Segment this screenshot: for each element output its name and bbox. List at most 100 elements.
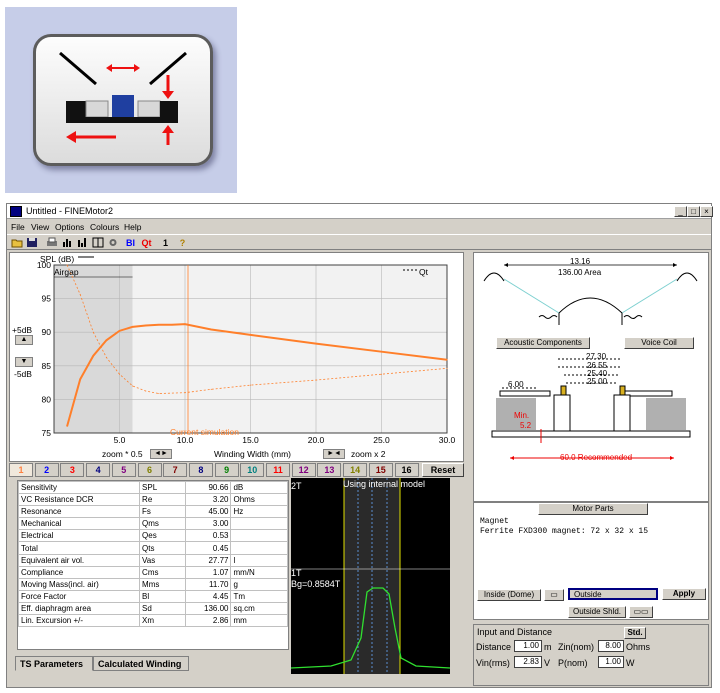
qt-legend: Qt bbox=[419, 267, 428, 277]
sim-tab-7[interactable]: 7 bbox=[163, 463, 188, 477]
outside-shield-icon[interactable]: ▭▭ bbox=[629, 606, 653, 618]
zoom-x2-button[interactable]: ►◄ bbox=[323, 449, 345, 459]
spl-point bbox=[105, 339, 107, 341]
vin-input[interactable]: 2.83 bbox=[514, 656, 542, 668]
zoom-half-button[interactable]: ◄► bbox=[150, 449, 172, 459]
param-value[interactable]: 2.86 bbox=[184, 614, 232, 628]
sim-tab-11[interactable]: 11 bbox=[266, 463, 290, 477]
speaker-motor-logo-icon bbox=[59, 51, 187, 145]
toolbar: BI Qt 1 ? bbox=[7, 234, 711, 250]
param-value[interactable]: 27.77 bbox=[184, 553, 232, 567]
param-symbol: Re bbox=[139, 493, 186, 507]
qt-point bbox=[381, 373, 382, 375]
sim-tab-2[interactable]: 2 bbox=[34, 463, 59, 477]
vin-unit: V bbox=[544, 658, 551, 668]
recommended-label: 60.0 Recommended bbox=[560, 453, 633, 462]
outside-shield-button[interactable]: Outside Shld. bbox=[568, 606, 626, 618]
inside-dome-button[interactable]: Inside (Dome) bbox=[477, 589, 541, 601]
spl-point bbox=[210, 328, 212, 331]
open-folder-icon[interactable] bbox=[10, 237, 23, 249]
standard-button[interactable]: Std. bbox=[624, 627, 646, 639]
param-value[interactable]: 0.45 bbox=[184, 541, 232, 555]
sim-tab-16[interactable]: 16 bbox=[394, 463, 419, 477]
help-icon[interactable]: ? bbox=[176, 237, 189, 249]
sim-tab-4[interactable]: 4 bbox=[86, 463, 111, 477]
x-axis-label: Winding Width (mm) bbox=[214, 449, 291, 459]
reset-button[interactable]: Reset bbox=[422, 463, 464, 477]
y-tick-label: 75 bbox=[42, 428, 52, 438]
field-bg-label: Bg=0.8584T bbox=[291, 579, 341, 589]
sim-tab-15[interactable]: 15 bbox=[368, 463, 393, 477]
x-tick-label: 20.0 bbox=[308, 435, 325, 445]
sim-tab-6[interactable]: 6 bbox=[137, 463, 162, 477]
menu-file[interactable]: File bbox=[11, 222, 25, 232]
graph-icon[interactable] bbox=[61, 237, 74, 249]
param-value[interactable]: 11.70 bbox=[184, 577, 232, 591]
outside-option[interactable]: Outside bbox=[568, 588, 658, 600]
p-unit: W bbox=[626, 658, 635, 668]
param-value[interactable]: 90.66 bbox=[184, 480, 232, 495]
sim-tab-3[interactable]: 3 bbox=[60, 463, 85, 477]
settings-icon[interactable] bbox=[106, 237, 119, 249]
param-name: Eff. diaphragm area bbox=[17, 601, 141, 616]
param-symbol: Xm bbox=[139, 614, 186, 628]
zin-input[interactable]: 8.00 bbox=[598, 640, 624, 652]
qt-point bbox=[210, 388, 212, 390]
tab-calculated-winding[interactable]: Calculated Winding bbox=[93, 656, 189, 671]
bl-button[interactable]: BI bbox=[124, 237, 137, 249]
menu-help[interactable]: Help bbox=[124, 222, 141, 232]
qt-point bbox=[79, 293, 81, 295]
layout-icon[interactable] bbox=[91, 237, 104, 249]
sim-tab-5[interactable]: 5 bbox=[111, 463, 136, 477]
param-value[interactable]: 3.20 bbox=[184, 493, 232, 507]
param-row: Eff. diaphragm area Sd 136.00 sq.cm bbox=[17, 601, 288, 616]
inside-dome-icon[interactable]: ▭ bbox=[544, 589, 564, 601]
voice-coil-button[interactable]: Voice Coil bbox=[624, 337, 694, 349]
acoustic-components-button[interactable]: Acoustic Components bbox=[496, 337, 590, 349]
plus-5db-label: +5dB bbox=[12, 325, 33, 335]
one-button[interactable]: 1 bbox=[159, 237, 172, 249]
param-value[interactable]: 0.53 bbox=[184, 529, 232, 543]
param-symbol: Qes bbox=[139, 529, 186, 543]
sim-tab-13[interactable]: 13 bbox=[317, 463, 342, 477]
param-row: Resonance Fs 45.00 Hz bbox=[17, 505, 288, 519]
sim-tab-10[interactable]: 10 bbox=[240, 463, 265, 477]
distance-unit: m bbox=[544, 642, 552, 652]
param-value[interactable]: 136.00 bbox=[184, 601, 232, 616]
menu-options[interactable]: Options bbox=[55, 222, 84, 232]
save-icon[interactable] bbox=[25, 237, 38, 249]
print-icon[interactable] bbox=[45, 237, 58, 249]
tab-ts-parameters[interactable]: TS Parameters bbox=[15, 656, 93, 671]
qt-button[interactable]: Qt bbox=[140, 237, 153, 249]
param-symbol: Qts bbox=[139, 541, 186, 555]
param-value[interactable]: 1.07 bbox=[184, 565, 232, 579]
apply-button[interactable]: Apply bbox=[662, 588, 706, 600]
param-value[interactable]: 3.00 bbox=[184, 517, 232, 531]
close-button[interactable]: × bbox=[700, 206, 713, 217]
minimize-button[interactable]: _ bbox=[674, 206, 687, 217]
p-input[interactable]: 1.00 bbox=[598, 656, 624, 668]
app-logo-panel bbox=[5, 7, 237, 193]
menu-colours[interactable]: Colours bbox=[90, 222, 119, 232]
maximize-button[interactable]: □ bbox=[687, 206, 700, 217]
minus-5db-button[interactable]: ▼ bbox=[15, 357, 33, 367]
flux-curve bbox=[291, 478, 450, 674]
chart-icon[interactable] bbox=[76, 237, 89, 249]
menu-view[interactable]: View bbox=[31, 222, 49, 232]
spl-point bbox=[380, 351, 383, 353]
zin-unit: Ohms bbox=[626, 642, 651, 652]
distance-input[interactable]: 1.00 bbox=[514, 640, 542, 652]
motor-parts-button[interactable]: Motor Parts bbox=[538, 503, 648, 515]
sim-tab-9[interactable]: 9 bbox=[214, 463, 239, 477]
sim-tab-14[interactable]: 14 bbox=[343, 463, 368, 477]
sim-tab-1[interactable]: 1 bbox=[9, 463, 33, 477]
plus-5db-button[interactable]: ▲ bbox=[15, 335, 33, 345]
param-row: Sensitivity SPL 90.66 dB bbox=[17, 480, 288, 495]
simulation-tabs: 1 2 3 4 5 6 7 8 9 10 11 12 13 14 15 16 Reset bbox=[9, 463, 464, 478]
vin-label: Vin(rms) bbox=[476, 658, 510, 668]
sim-tab-8[interactable]: 8 bbox=[188, 463, 213, 477]
param-value[interactable]: 4.45 bbox=[184, 589, 232, 603]
sim-tab-12[interactable]: 12 bbox=[291, 463, 316, 477]
param-value[interactable]: 45.00 bbox=[184, 505, 232, 519]
dim-27-30: 27.30 bbox=[586, 352, 607, 361]
